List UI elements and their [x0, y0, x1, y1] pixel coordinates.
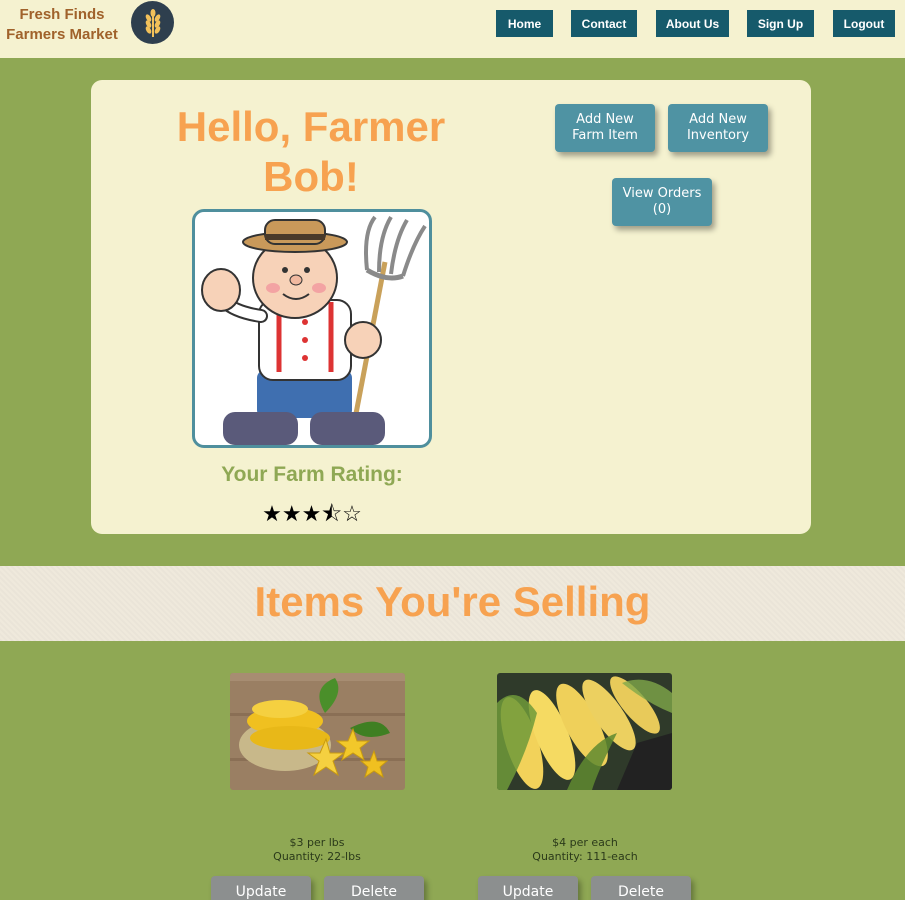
item-1-details: $3 per lbs Quantity: 22-lbs [207, 836, 427, 864]
starfruit-image [230, 673, 405, 790]
wheat-logo-icon[interactable] [131, 1, 174, 44]
nav-home-button[interactable]: Home [496, 10, 553, 37]
farmer-avatar [192, 209, 432, 448]
greeting-line-1: Hello, Farmer [176, 103, 446, 150]
item-1-quantity: Quantity: 22-lbs [273, 850, 361, 863]
item-2-price: $4 per each [552, 836, 618, 849]
item-1-price: $3 per lbs [289, 836, 345, 849]
item-1-delete-button[interactable]: Delete [324, 876, 424, 900]
brand-line-1: Fresh Finds [19, 6, 105, 23]
add-farm-item-button[interactable]: Add New Farm Item [555, 104, 655, 152]
add-inventory-button[interactable]: Add New Inventory [668, 104, 768, 152]
greeting-line-2: Bob! [263, 153, 359, 200]
greeting-heading: Hello, Farmer Bob! [161, 102, 461, 202]
top-header: Fresh Finds Farmers Market Home Contact … [0, 0, 905, 58]
farm-rating-label: Your Farm Rating: [221, 463, 403, 486]
item-2-quantity: Quantity: 111-each [532, 850, 638, 863]
farm-rating-stars: ★★★⯪☆ [262, 501, 362, 526]
farmer-profile-card: Hello, Farmer Bob! Your Farm Rating: ★★★… [91, 80, 811, 534]
item-2-update-button[interactable]: Update [478, 876, 578, 900]
brand-name[interactable]: Fresh Finds Farmers Market [2, 5, 122, 45]
view-orders-button[interactable]: View Orders (0) [612, 178, 712, 226]
brand-line-2: Farmers Market [6, 26, 118, 43]
items-section-banner: Items You're Selling [0, 566, 905, 641]
corn-image [497, 673, 672, 790]
nav-about-button[interactable]: About Us [656, 10, 729, 37]
item-2-details: $4 per each Quantity: 111-each [475, 836, 695, 864]
nav-logout-button[interactable]: Logout [833, 10, 895, 37]
items-section-title: Items You're Selling [254, 578, 651, 625]
item-1-update-button[interactable]: Update [211, 876, 311, 900]
nav-signup-button[interactable]: Sign Up [747, 10, 814, 37]
nav-contact-button[interactable]: Contact [571, 10, 637, 37]
item-2-delete-button[interactable]: Delete [591, 876, 691, 900]
